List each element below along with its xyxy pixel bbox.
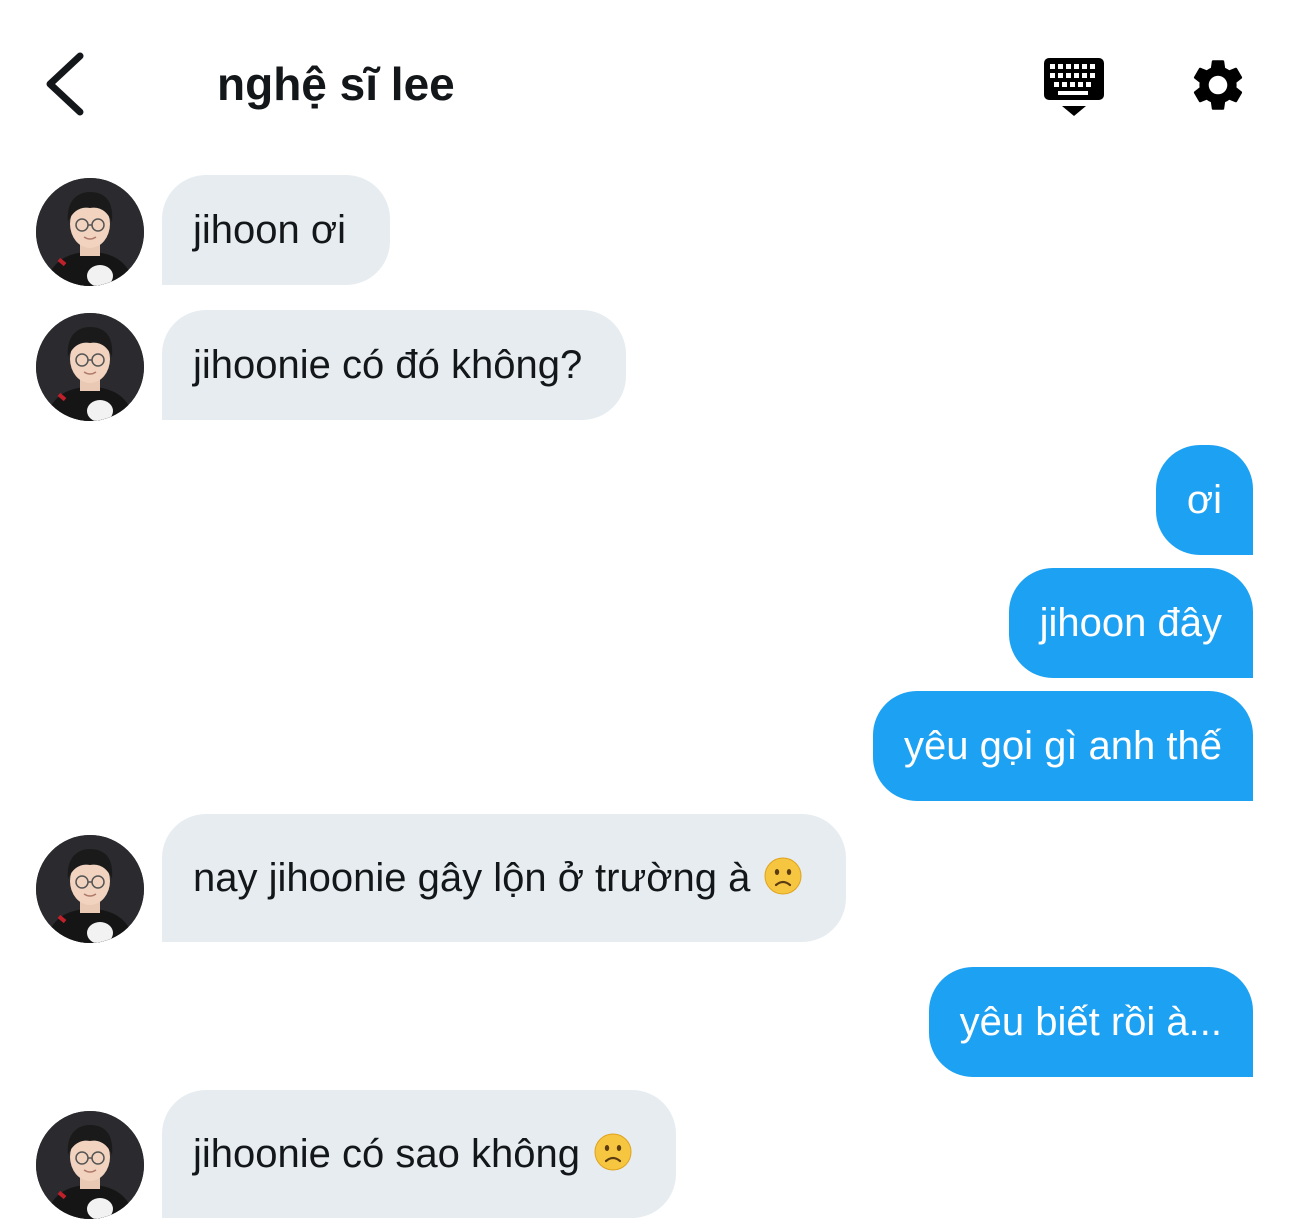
avatar[interactable] [36, 1111, 144, 1219]
message-text: jihoonie có đó không? [193, 343, 583, 387]
incoming-message-bubble[interactable]: jihoonie có đó không? [162, 310, 627, 420]
outgoing-message-bubble[interactable]: jihoon đây [1008, 568, 1253, 678]
message-text: ơi [1186, 478, 1222, 522]
message-text: jihoon ơi [193, 208, 346, 252]
message-text: jihoonie có sao không [193, 1132, 580, 1176]
profile-photo [36, 178, 144, 286]
profile-photo [36, 313, 144, 421]
profile-photo [36, 835, 144, 943]
profile-photo [36, 1111, 144, 1219]
message-text: yêu gọi gì anh thế [903, 724, 1222, 768]
avatar[interactable] [36, 313, 144, 421]
message-text: yêu biết rồi à... [959, 1000, 1222, 1044]
incoming-message-bubble[interactable]: nay jihoonie gây lộn ở trường à [162, 814, 847, 942]
slightly-frowning-face-icon [594, 1133, 632, 1171]
outgoing-message-bubble[interactable]: yêu gọi gì anh thế [872, 691, 1253, 801]
message-text: jihoon đây [1039, 601, 1222, 645]
avatar[interactable] [36, 178, 144, 286]
slightly-frowning-face-icon [764, 857, 802, 895]
incoming-message-bubble[interactable]: jihoonie có sao không [162, 1090, 676, 1218]
message-text: nay jihoonie gây lộn ở trường à [193, 856, 751, 900]
message-thread: jihoon ơi jihoonie có đó không? ơi jihoo… [0, 0, 1290, 1223]
avatar[interactable] [36, 835, 144, 943]
incoming-message-bubble[interactable]: jihoon ơi [162, 175, 390, 285]
outgoing-message-bubble[interactable]: yêu biết rồi à... [928, 967, 1253, 1077]
outgoing-message-bubble[interactable]: ơi [1155, 445, 1253, 555]
